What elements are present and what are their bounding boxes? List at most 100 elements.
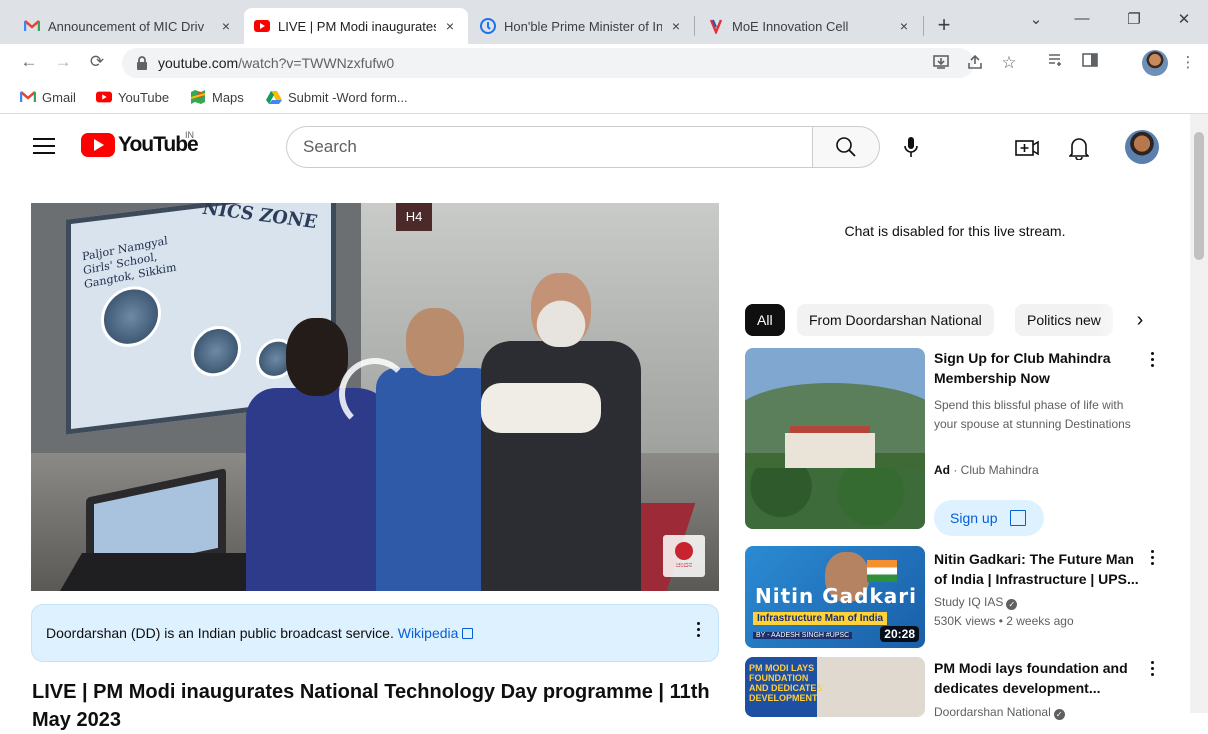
dd-logo-icon [675,542,693,560]
install-app-icon[interactable] [930,54,952,74]
tab-label: Hon'ble Prime Minister of In [504,18,662,34]
url-path: /watch?v=TWWNzxfufw0 [238,55,395,71]
country-code: IN [185,130,194,140]
address-bar[interactable]: youtube.com/watch?v=TWWNzxfufw0 [122,48,974,78]
bookmark-maps[interactable]: Maps [190,89,244,105]
bookmark-label: Submit -Word form... [288,89,408,105]
lock-icon [136,56,148,75]
close-icon[interactable]: × [668,18,684,34]
india-flag-icon [867,560,897,582]
account-avatar[interactable] [1125,130,1159,164]
tab-search-icon[interactable]: ⌄ [1022,10,1050,28]
hamburger-menu-icon[interactable] [33,138,55,156]
video-thumbnail[interactable]: Nitin Gadkari Infrastructure Man of Indi… [745,546,925,648]
wikipedia-link[interactable]: Wikipedia [398,625,459,641]
figure-body [481,341,641,591]
more-actions-icon[interactable] [1147,550,1157,570]
ad-meta: Ad · Club Mahindra [934,463,1039,477]
board-school-name: Paljor Namgyal Girls' School, Gangtok, S… [81,234,177,292]
ad-badge: Ad [934,463,950,477]
channel-watermark: ಚಂದನ [663,535,705,577]
browser-toolbar: ← → ⟳ youtube.com/watch?v=TWWNzxfufw0 ☆ … [0,44,1208,82]
ad-card[interactable]: Sign Up for Club Mahindra Membership Now… [745,348,1165,540]
info-panel-more-icon[interactable] [688,622,708,646]
bookmarks-bar: Gmail YouTube Maps Submit -Word form... [0,82,1208,114]
ad-title[interactable]: Sign Up for Club Mahindra Membership Now [934,348,1139,388]
tab-label: LIVE | PM Modi inaugurates [278,18,436,34]
forward-button[interactable]: → [52,52,74,72]
youtube-logo[interactable]: YouTube IN [81,130,199,157]
close-icon[interactable]: × [896,18,912,34]
close-icon[interactable]: × [442,18,458,34]
reading-list-icon[interactable] [1044,53,1068,71]
url-text[interactable]: youtube.com/watch?v=TWWNzxfufw0 [158,55,394,71]
tab-prime-minister[interactable]: Hon'ble Prime Minister of In × [470,8,694,44]
new-tab-button[interactable]: + [932,12,956,40]
side-panel-icon[interactable] [1078,53,1102,71]
video-channel[interactable]: Study IQ IAS ✓ [934,594,1018,611]
profile-avatar[interactable] [1142,50,1168,76]
close-icon[interactable]: × [218,18,234,34]
star-icon[interactable]: ☆ [998,53,1020,73]
bookmark-label: Maps [212,89,244,105]
video-title[interactable]: PM Modi lays foundation and dedicates de… [934,658,1139,698]
share-icon[interactable] [964,54,986,74]
external-link-icon [1010,510,1026,526]
video-thumbnail[interactable]: PM MODI LAYS FOUNDATION AND DEDICATES DE… [745,657,925,717]
microphone-icon [904,137,918,157]
bookmark-gmail[interactable]: Gmail [20,89,76,105]
board-photo [191,323,241,380]
bell-icon [1069,138,1089,160]
video-stats: 530K views • 2 weeks ago [934,614,1074,628]
chip-from-doordarshan[interactable]: From Doordarshan National [797,304,994,336]
search-icon [836,137,856,157]
ad-description: Spend this blissful phase of life with y… [934,398,1131,431]
back-button[interactable]: ← [18,52,40,72]
search-input[interactable] [303,136,783,158]
recommended-video[interactable]: Nitin Gadkari Infrastructure Man of Indi… [745,546,1165,650]
more-actions-icon[interactable] [1147,661,1157,681]
youtube-masthead: YouTube IN [0,114,1190,184]
chips-fade [1098,304,1128,336]
tab-announcement[interactable]: Announcement of MIC Driv × [14,8,244,44]
moe-icon [708,18,724,34]
figure-head [286,318,348,396]
sign-up-label: Sign up [950,510,998,526]
search-box [286,126,812,168]
view-count: 530K views [934,614,996,628]
video-duration: 20:28 [880,626,919,642]
youtube-icon [96,89,112,105]
thumb-title-text: PM MODI LAYS FOUNDATION AND DEDICATES DE… [749,663,823,703]
gmail-icon [24,18,40,34]
minimize-button[interactable]: — [1068,10,1096,27]
board-heading: NICS ZONE [200,203,320,233]
video-player[interactable]: H4 NICS ZONE Paljor Namgyal Girls' Schoo… [31,203,719,591]
video-title[interactable]: Nitin Gadkari: The Future Man of India |… [934,549,1139,589]
bookmark-label: YouTube [118,89,170,105]
recommended-video[interactable]: PM MODI LAYS FOUNDATION AND DEDICATES DE… [745,657,1165,720]
tab-youtube-live[interactable]: LIVE | PM Modi inaugurates × [244,8,468,44]
ad-thumbnail[interactable] [745,348,925,529]
sign-up-button[interactable]: Sign up [934,500,1044,536]
bookmark-youtube[interactable]: YouTube [96,89,169,105]
page-scrollbar[interactable] [1190,114,1208,713]
reload-button[interactable]: ⟳ [86,52,108,72]
restore-button[interactable]: ❐ [1120,10,1148,28]
menu-kebab-icon[interactable]: ⋮ [1176,53,1200,71]
youtube-icon [254,18,270,34]
scrollbar-thumb[interactable] [1194,132,1204,260]
chip-all[interactable]: All [745,304,785,336]
notifications-button[interactable] [1065,134,1093,162]
voice-search-button[interactable] [896,132,926,162]
bookmark-submit-word-form[interactable]: Submit -Word form... [266,89,408,105]
thumb-trees [745,468,925,529]
tab-moe-innovation[interactable]: MoE Innovation Cell × [698,8,922,44]
chevron-right-icon[interactable]: › [1128,308,1152,332]
create-button[interactable] [1013,134,1041,162]
tab-divider [923,16,924,36]
bookmark-label: Gmail [42,89,76,105]
close-window-button[interactable]: ✕ [1170,10,1198,28]
figure-arm [481,383,601,433]
search-button[interactable] [812,126,880,168]
more-actions-icon[interactable] [1147,352,1157,372]
